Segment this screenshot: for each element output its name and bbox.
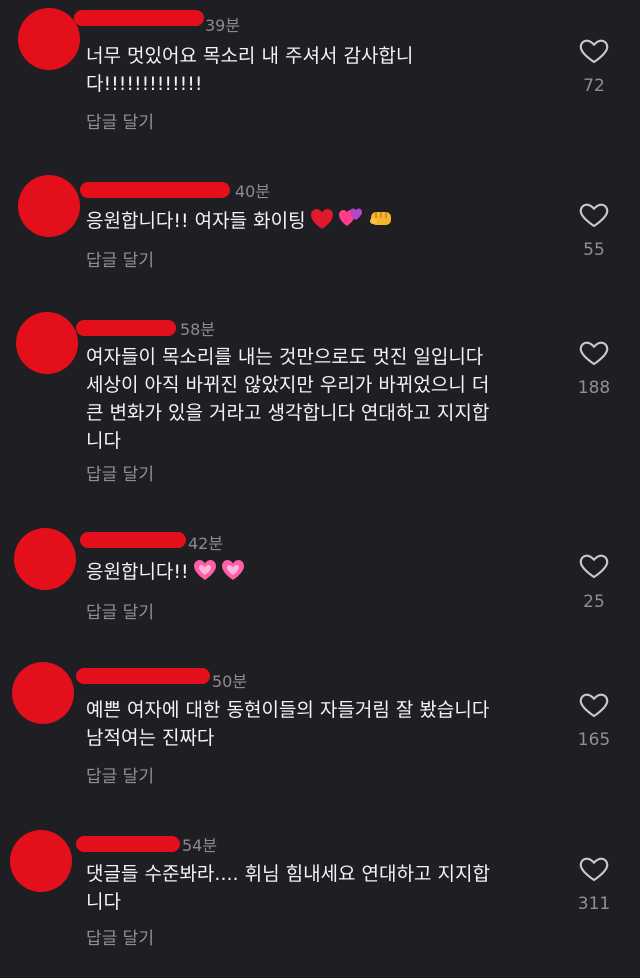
comment-text: 예쁜 여자에 대한 동현이들의 자들거림 잘 봤습니다 남적여는 진짜다 [86, 699, 490, 749]
red-heart-emoji-icon [310, 209, 333, 229]
pink-heart-emoji-icon [221, 560, 244, 580]
pink-heart-emoji-icon [193, 560, 216, 580]
comment-text: 너무 멋있어요 목소리 내 주셔서 감사합니 다!!!!!!!!!!!!! [86, 45, 414, 95]
reply-button[interactable]: 답글 달기 [86, 598, 154, 623]
like-count: 55 [583, 240, 605, 260]
comment-time: 40분 [235, 182, 271, 201]
reply-button[interactable]: 답글 달기 [86, 108, 154, 133]
avatar[interactable] [16, 312, 78, 374]
heart-icon[interactable] [578, 34, 610, 66]
comment-time: 58분 [180, 320, 216, 339]
comment-text: 응원합니다!! 여자들 화이팅 [86, 206, 546, 235]
comment-text-content: 응원합니다!! [86, 561, 189, 583]
username-redacted[interactable] [80, 182, 230, 198]
two-hearts-emoji-icon [338, 208, 362, 226]
comment-time: 54분 [182, 836, 218, 855]
like-count: 72 [583, 76, 605, 96]
avatar[interactable] [18, 8, 80, 70]
heart-icon[interactable] [578, 336, 610, 368]
reply-button[interactable]: 답글 달기 [86, 460, 154, 485]
avatar[interactable] [10, 830, 72, 892]
heart-icon[interactable] [578, 852, 610, 884]
heart-icon[interactable] [578, 549, 610, 581]
username-redacted[interactable] [76, 320, 176, 336]
avatar[interactable] [14, 528, 76, 590]
comment-time: 39분 [205, 16, 241, 35]
fist-emoji-icon [369, 212, 391, 225]
like-count: 165 [577, 730, 611, 750]
comment-time: 50분 [212, 672, 248, 691]
username-redacted[interactable] [80, 532, 186, 548]
heart-icon[interactable] [578, 688, 610, 720]
comment-text-content: 응원합니다!! 여자들 화이팅 [86, 210, 306, 232]
comment-text: 여자들이 목소리를 내는 것만으로도 멋진 일입니다 세상이 아직 바뀌진 않았… [86, 346, 490, 452]
comment-text: 댓글들 수준봐라.... 휘님 힘내세요 연대하고 지지합 니다 [86, 863, 490, 913]
heart-icon[interactable] [578, 198, 610, 230]
comment-text: 응원합니다!! [86, 558, 546, 586]
reply-button[interactable]: 답글 달기 [86, 246, 154, 271]
like-count: 311 [577, 894, 611, 914]
like-count: 188 [577, 378, 611, 398]
username-redacted[interactable] [76, 836, 180, 852]
avatar[interactable] [12, 662, 74, 724]
like-count: 25 [583, 592, 605, 612]
avatar[interactable] [18, 175, 80, 237]
reply-button[interactable]: 답글 달기 [86, 924, 154, 949]
username-redacted[interactable] [76, 668, 210, 684]
comment-time: 42분 [188, 534, 224, 553]
reply-button[interactable]: 답글 달기 [86, 762, 154, 787]
username-redacted[interactable] [74, 10, 204, 26]
